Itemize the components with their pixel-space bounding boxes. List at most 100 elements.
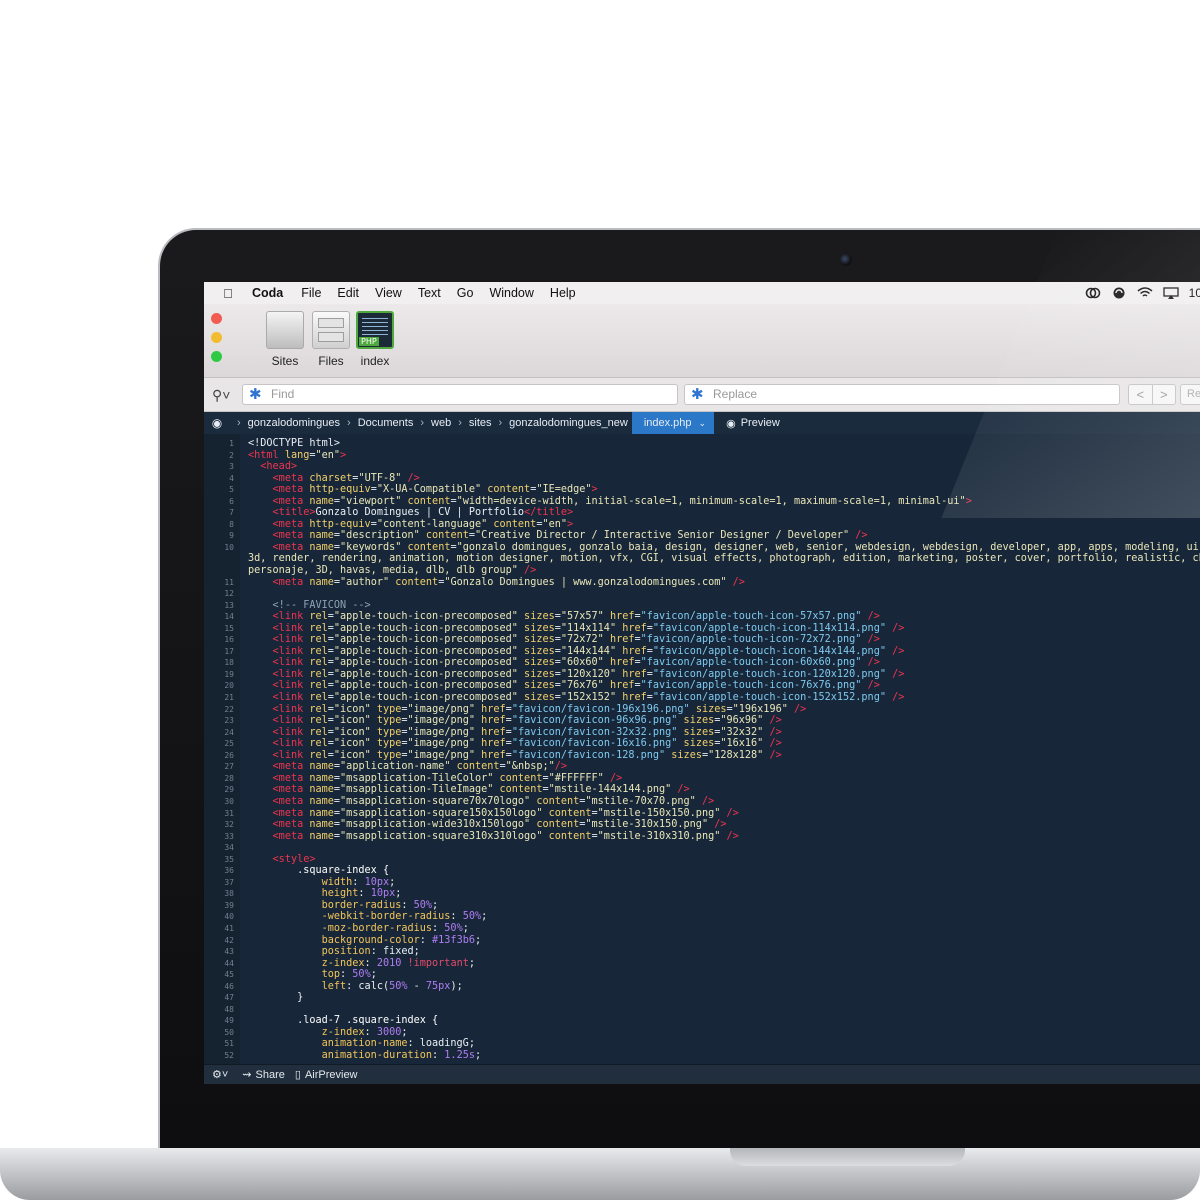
line-number: 46 — [224, 981, 234, 991]
share-button[interactable]: ⇝ Share — [242, 1068, 285, 1082]
menu-help[interactable]: Help — [550, 286, 576, 300]
code-token: <meta — [272, 472, 310, 484]
crumb-label: gonzalodomingues — [247, 417, 341, 429]
line-number: 5 — [229, 485, 234, 495]
code-token: href — [475, 738, 506, 750]
replace-button[interactable]: Re — [1180, 384, 1200, 405]
code-token: sizes — [665, 749, 702, 761]
menu-go[interactable]: Go — [457, 286, 474, 300]
code-line: 43 position: fixed; — [204, 946, 1200, 958]
code-token: 50% — [352, 969, 371, 981]
replace-input[interactable]: ✱ Replace — [684, 384, 1120, 405]
wifi-icon[interactable] — [1137, 287, 1153, 299]
chevron-right-icon: › — [347, 417, 351, 429]
code-token: /> — [849, 530, 868, 542]
code-token: "152x152" — [560, 692, 617, 704]
breadcrumb-item[interactable]: › Documents — [340, 412, 413, 434]
breadcrumb-item[interactable]: › gonzalodomingues — [230, 412, 340, 434]
code-token: "en" — [542, 518, 568, 530]
code-line: 4 <meta charset="UTF-8" /> — [204, 473, 1200, 485]
window-controls — [211, 313, 223, 370]
code-token: "image/png" — [407, 726, 475, 738]
line-number: 35 — [224, 854, 234, 864]
find-nav-buttons: < > — [1128, 384, 1176, 405]
code-token: content — [401, 495, 451, 507]
code-token: } — [248, 992, 304, 1004]
code-token: "16x16" — [720, 738, 764, 750]
code-line: 48 — [204, 1004, 1200, 1016]
webcam — [840, 254, 852, 266]
line-number: 2 — [229, 450, 234, 460]
files-button[interactable]: Files — [311, 311, 351, 368]
code-token: "gonzalo domingues, gonzalo baia, design… — [456, 541, 1200, 553]
code-token: sizes — [517, 634, 555, 646]
find-input[interactable]: ✱ Find — [242, 384, 678, 405]
app-menu[interactable]: Coda — [252, 286, 283, 300]
code-token: href — [475, 749, 506, 761]
code-token: "apple-touch-icon-precomposed" — [333, 634, 518, 646]
preview-button[interactable]: ◉ Preview — [726, 417, 780, 430]
menu-edit[interactable]: Edit — [337, 286, 359, 300]
line-number: 36 — [224, 866, 234, 876]
replace-options-icon[interactable]: ✱ — [691, 385, 704, 404]
code-token: sizes — [677, 726, 715, 738]
share-icon: ⇝ — [242, 1069, 252, 1081]
menu-text[interactable]: Text — [418, 286, 441, 300]
code-token: sizes — [677, 715, 715, 727]
menu-window[interactable]: Window — [489, 286, 533, 300]
code-line: 35 <style> — [204, 854, 1200, 866]
code-token: ; — [370, 969, 377, 981]
line-number: 49 — [224, 1016, 234, 1026]
code-token: ; — [474, 1049, 482, 1061]
breadcrumb-item[interactable]: › sites — [451, 412, 491, 434]
code-token: "msapplication-TileColor" — [340, 772, 494, 784]
find-previous-button[interactable]: < — [1129, 385, 1153, 404]
code-token: "image/png" — [407, 715, 475, 727]
breadcrumb-item[interactable]: › gonzalodomingues_new — [492, 412, 628, 434]
gear-icon[interactable]: ⚙˅ — [212, 1068, 228, 1081]
breadcrumb-item[interactable]: › web — [413, 412, 451, 434]
zoom-window-button[interactable] — [211, 351, 222, 362]
code-token: "application-name" — [340, 761, 451, 773]
breadcrumb-active-file[interactable]: index.php ⌄ — [631, 412, 715, 434]
find-options-icon[interactable]: ✱ — [249, 385, 262, 404]
apple-logo-icon[interactable]:  — [204, 286, 252, 301]
sites-button[interactable]: Sites — [265, 311, 305, 368]
menu-file[interactable]: File — [301, 286, 321, 300]
close-window-button[interactable] — [211, 313, 222, 324]
code-token: <style> — [272, 853, 316, 865]
clock[interactable]: 10 — [1189, 286, 1200, 300]
code-token: ; — [432, 899, 439, 911]
code-token: "favicon/favicon-32x32.png" — [511, 726, 678, 738]
airpreview-button[interactable]: ▯ AirPreview — [295, 1068, 358, 1082]
line-number: 37 — [224, 877, 234, 887]
index-tab-button[interactable]: PHP index — [355, 311, 395, 368]
minimize-window-button[interactable] — [211, 332, 222, 343]
code-token: content — [389, 576, 439, 588]
code-token: sizes — [517, 645, 555, 657]
code-token: <meta — [272, 784, 310, 796]
code-token: "image/png" — [407, 703, 475, 715]
sync-icon[interactable] — [1111, 287, 1127, 299]
code-editor[interactable]: 1 <!DOCTYPE html> 2 <html lang="en"> 3 <head… — [204, 434, 1200, 1064]
search-icon[interactable]: ⚲˅ — [212, 387, 230, 404]
menu-view[interactable]: View — [375, 286, 402, 300]
find-next-button[interactable]: > — [1153, 385, 1176, 404]
creative-cloud-icon[interactable] — [1085, 287, 1101, 299]
airplay-icon[interactable] — [1162, 287, 1179, 299]
code-token: name — [309, 819, 334, 831]
code-token: <meta — [272, 484, 310, 496]
code-line: 39 border-radius: 50%; — [204, 900, 1200, 912]
line-number: 47 — [224, 993, 234, 1003]
code-line: 18 <link rel="apple-touch-icon-precompos… — [204, 657, 1200, 669]
code-token: sizes — [517, 622, 555, 634]
eye-icon[interactable]: ◉ — [204, 416, 230, 430]
chevron-right-icon: › — [458, 417, 462, 429]
code-token: z-index — [321, 1026, 365, 1038]
code-line: 42 background-color: #13f3b6; — [204, 935, 1200, 947]
